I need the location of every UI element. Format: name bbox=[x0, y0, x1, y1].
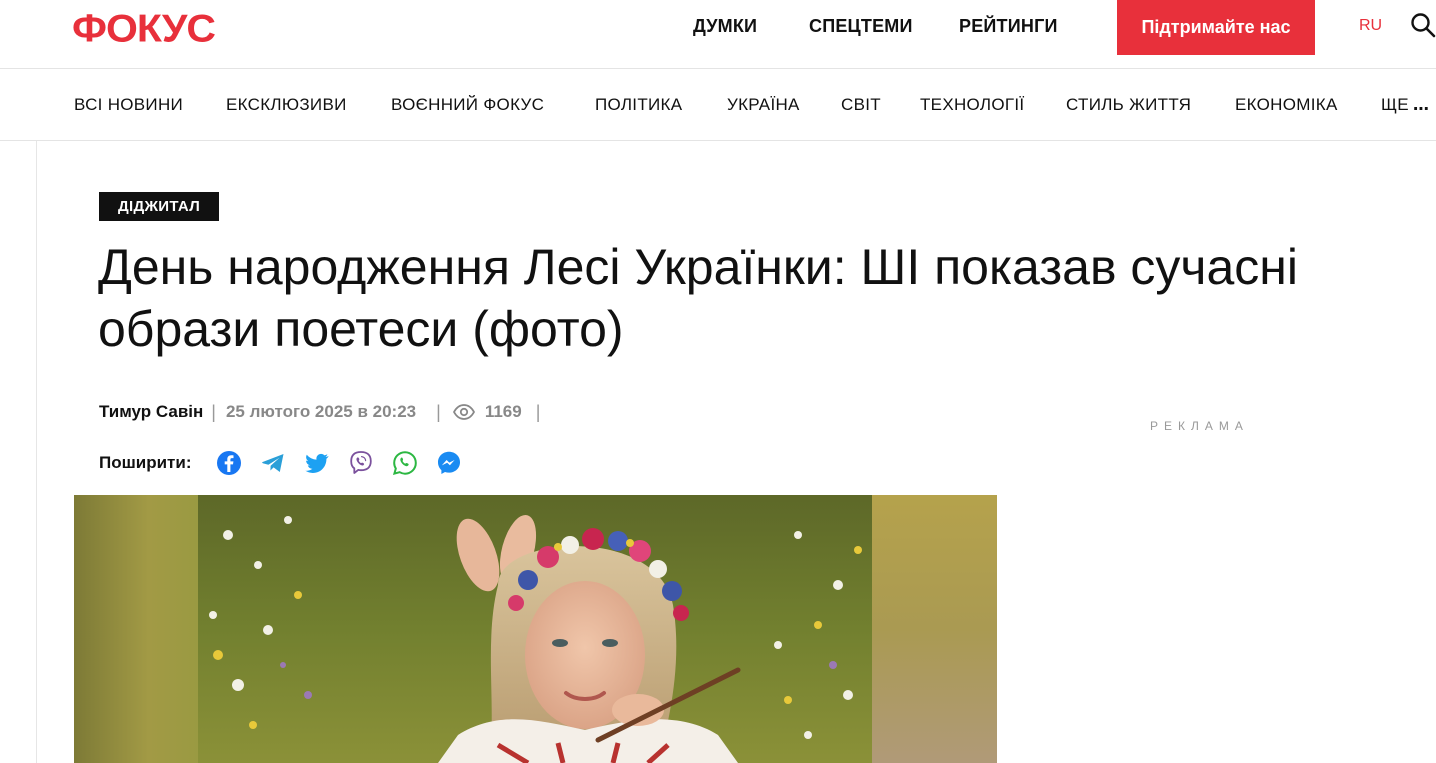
meta-separator: | bbox=[535, 401, 541, 422]
share-bar: Поширити: bbox=[99, 450, 480, 476]
article-meta: Тимур Савін | 25 лютого 2025 в 20:23 | 1… bbox=[99, 400, 550, 424]
view-count: 1169 bbox=[484, 402, 522, 421]
meta-separator: | bbox=[436, 401, 441, 422]
hero-blur-right bbox=[872, 495, 997, 763]
site-logo[interactable]: ФОКУС bbox=[72, 7, 216, 49]
category-more[interactable]: ЩЕ bbox=[1381, 95, 1409, 115]
category-ukraine[interactable]: УКРАЇНА bbox=[727, 95, 800, 115]
search-icon[interactable] bbox=[1410, 12, 1436, 38]
top-nav-item-opinions[interactable]: ДУМКИ bbox=[693, 16, 757, 37]
category-nav: ВСІ НОВИНИ ЕКСКЛЮЗИВИ ВОЄННИЙ ФОКУС ПОЛІ… bbox=[0, 69, 1436, 141]
category-world[interactable]: СВІТ bbox=[841, 95, 881, 115]
category-all-news[interactable]: ВСІ НОВИНИ bbox=[74, 95, 183, 115]
support-button[interactable]: Підтримайте нас bbox=[1117, 0, 1315, 55]
category-war-focus[interactable]: ВОЄННИЙ ФОКУС bbox=[391, 95, 544, 115]
top-header: ФОКУС ДУМКИ СПЕЦТЕМИ РЕЙТИНГИ Підтримайт… bbox=[0, 0, 1436, 69]
category-lifestyle[interactable]: СТИЛЬ ЖИТТЯ bbox=[1066, 95, 1191, 115]
facebook-icon[interactable] bbox=[216, 450, 242, 476]
language-switch[interactable]: RU bbox=[1359, 17, 1382, 35]
category-economy[interactable]: ЕКОНОМІКА bbox=[1235, 95, 1338, 115]
article-date: 25 лютого 2025 в 20:23 bbox=[225, 402, 417, 421]
article-hero-image[interactable] bbox=[74, 495, 997, 763]
twitter-icon[interactable] bbox=[304, 450, 330, 476]
viber-icon[interactable] bbox=[348, 450, 374, 476]
category-politics[interactable]: ПОЛІТИКА bbox=[595, 95, 682, 115]
article-headline: День народження Лесі Українки: ШІ показа… bbox=[98, 239, 1298, 357]
top-nav-item-ratings[interactable]: РЕЙТИНГИ bbox=[959, 16, 1058, 37]
hero-blur-left bbox=[74, 495, 198, 763]
article-tag[interactable]: ДІДЖИТАЛ bbox=[99, 192, 220, 221]
messenger-icon[interactable] bbox=[436, 450, 462, 476]
telegram-icon[interactable] bbox=[260, 450, 286, 476]
top-nav-item-special[interactable]: СПЕЦТЕМИ bbox=[809, 16, 913, 37]
share-label: Поширити: bbox=[99, 453, 192, 472]
ad-label: РЕКЛАМА bbox=[1150, 419, 1249, 433]
article-author[interactable]: Тимур Савін bbox=[99, 402, 203, 422]
whatsapp-icon[interactable] bbox=[392, 450, 418, 476]
hero-photo bbox=[198, 495, 872, 763]
category-technology[interactable]: ТЕХНОЛОГІЇ bbox=[920, 95, 1024, 115]
left-divider bbox=[36, 141, 37, 763]
category-exclusives[interactable]: ЕКСКЛЮЗИВИ bbox=[226, 95, 347, 115]
eye-icon bbox=[452, 404, 475, 420]
more-dots-icon[interactable]: ⋯ bbox=[1413, 99, 1430, 119]
meta-separator: | bbox=[211, 401, 216, 422]
